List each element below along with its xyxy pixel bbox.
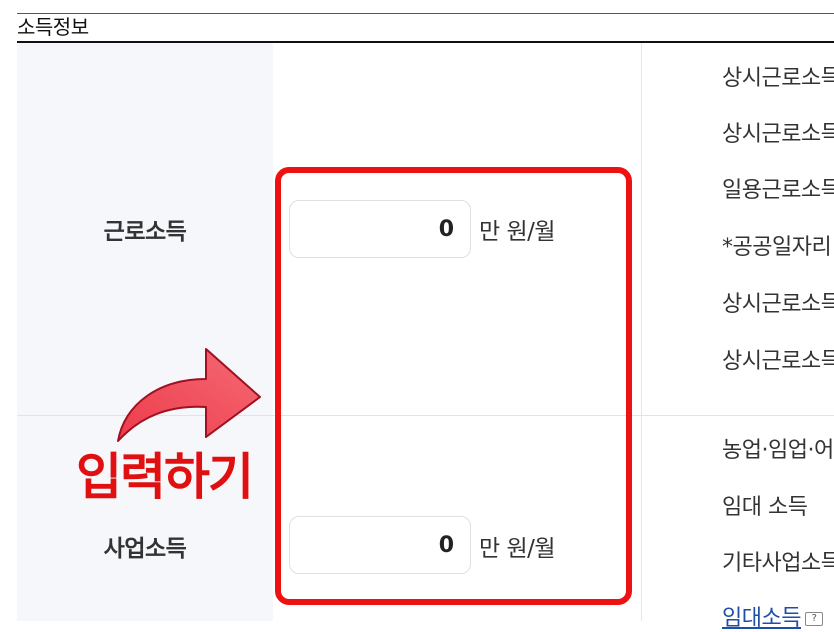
- note-item: 상시근로소득: [722, 349, 834, 374]
- section-title: 소득정보: [17, 15, 89, 39]
- note-item: 기타사업소득: [722, 551, 834, 576]
- rental-income-link[interactable]: 임대소득?: [722, 600, 823, 632]
- note-item: *공공일자리: [722, 235, 832, 260]
- column-divider: [641, 43, 642, 621]
- note-item: 농업·임업·어: [722, 438, 834, 463]
- note-item: 상시근로소득: [722, 292, 834, 317]
- business-income-label: 사업소득: [103, 536, 187, 562]
- help-icon[interactable]: ?: [804, 612, 823, 626]
- earned-income-label: 근로소득: [103, 219, 187, 245]
- curved-arrow-icon: [117, 348, 261, 442]
- note-item: 일용근로소득: [722, 178, 834, 203]
- rental-income-link-label: 임대소득: [722, 606, 801, 631]
- note-item: 임대 소득: [722, 495, 808, 520]
- top-rule: [17, 13, 834, 14]
- input-annotation-text: 입력하기: [76, 448, 254, 506]
- note-item: 상시근로소득: [722, 122, 834, 147]
- highlight-box: [275, 167, 632, 605]
- note-item: 상시근로소득: [722, 66, 834, 91]
